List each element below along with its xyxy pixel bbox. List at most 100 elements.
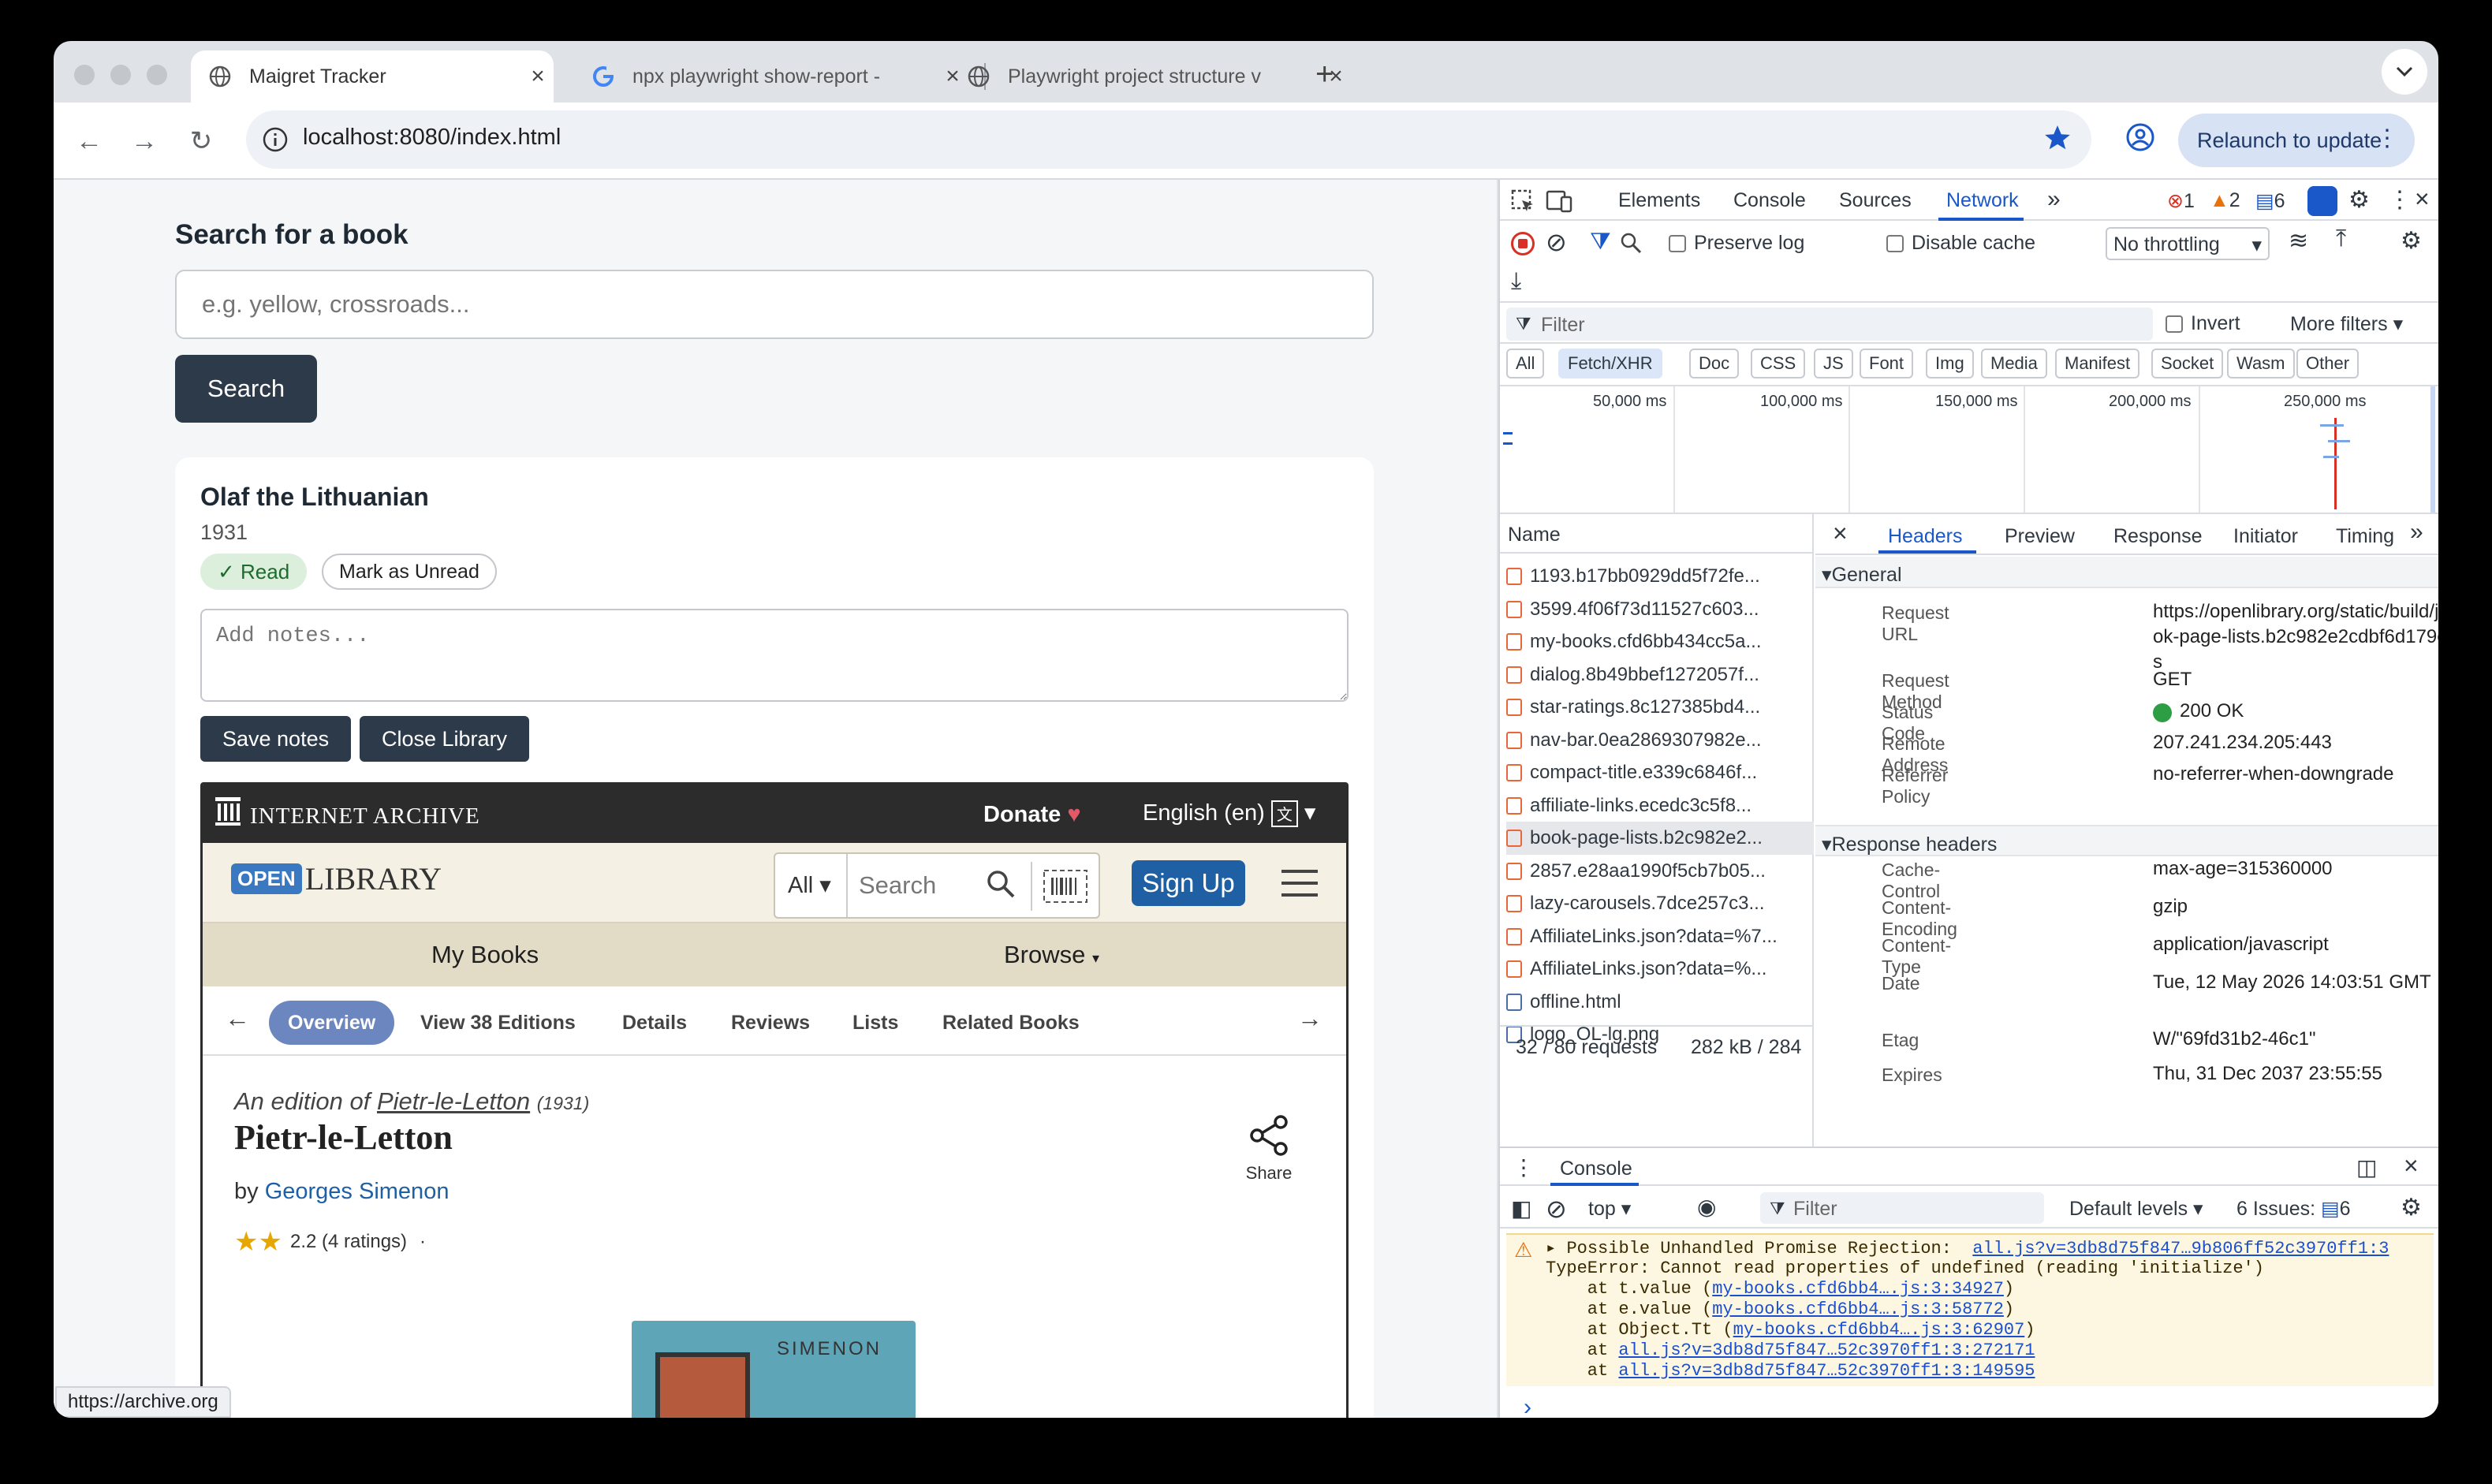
book-cover[interactable]: SIMENON: [632, 1321, 916, 1418]
filter-chip-socket[interactable]: Socket: [2151, 349, 2224, 378]
filter-chip-doc[interactable]: Doc: [1689, 349, 1740, 378]
filter-chip-font[interactable]: Font: [1860, 349, 1914, 378]
hamburger-menu-icon[interactable]: [1281, 868, 1318, 902]
search-icon[interactable]: [985, 868, 1017, 904]
settings-gear-icon[interactable]: ⚙: [2348, 186, 2370, 214]
sign-up-button[interactable]: Sign Up: [1132, 860, 1245, 906]
network-overview-timeline[interactable]: 50,000 ms 100,000 ms 150,000 ms 200,000 …: [1500, 385, 2438, 514]
details-tab-headers[interactable]: Headers: [1888, 525, 1963, 548]
general-section-header[interactable]: ▾General: [1815, 557, 2438, 588]
devtools-tab-network[interactable]: Network: [1946, 189, 2019, 212]
network-conditions-icon[interactable]: ≋: [2289, 227, 2308, 255]
details-tab-initiator[interactable]: Initiator: [2233, 525, 2298, 548]
address-bar[interactable]: localhost:8080/index.html: [246, 110, 2091, 169]
source-link[interactable]: my-books.cfd6bb4….js:3:62907: [1733, 1320, 2025, 1340]
forward-arrow-icon[interactable]: →: [125, 121, 164, 161]
record-icon[interactable]: [1511, 232, 1535, 255]
barcode-icon[interactable]: [1043, 870, 1087, 907]
more-filters-dropdown[interactable]: More filters ▾: [2290, 312, 2403, 336]
my-books-link[interactable]: My Books: [431, 941, 539, 969]
internet-archive-logo[interactable]: INTERNET ARCHIVE: [250, 804, 480, 830]
request-row[interactable]: AffiliateLinks.json?data=%...: [1506, 953, 1814, 986]
devtools-menu-icon[interactable]: ⋮: [2388, 186, 2412, 214]
source-link[interactable]: all.js?v=3db8d75f847…9b806ff52c3970ff1:3: [1972, 1239, 2389, 1258]
console-sidebar-icon[interactable]: ◧: [1511, 1195, 1531, 1221]
context-selector[interactable]: top ▾: [1588, 1197, 1631, 1221]
drawer-tab-console[interactable]: Console: [1560, 1158, 1632, 1180]
request-row[interactable]: 2857.e28aa1990f5cb7b05...: [1506, 855, 1814, 888]
drawer-menu-icon[interactable]: ⋮: [1513, 1154, 1535, 1180]
details-tab-timing[interactable]: Timing: [2336, 525, 2394, 548]
filter-funnel-icon[interactable]: ⧩: [1590, 229, 1611, 255]
filter-chip-other[interactable]: Other: [2296, 349, 2360, 378]
donate-link[interactable]: Donate ♥: [983, 802, 1081, 828]
source-link[interactable]: my-books.cfd6bb4….js:3:58772: [1712, 1299, 2004, 1319]
maximize-window-dot[interactable]: [147, 65, 167, 85]
ol-tab-editions[interactable]: View 38 Editions: [420, 1001, 576, 1045]
name-column-header[interactable]: Name: [1508, 524, 1561, 546]
request-row[interactable]: AffiliateLinks.json?data=%7...: [1506, 920, 1814, 953]
browse-menu[interactable]: Browse ▾: [1004, 941, 1099, 969]
network-settings-icon[interactable]: ⚙: [2401, 227, 2422, 255]
close-details-icon[interactable]: ×: [1833, 519, 1848, 548]
source-link[interactable]: my-books.cfd6bb4….js:3:34927: [1712, 1279, 2004, 1299]
console-settings-icon[interactable]: ⚙: [2401, 1194, 2422, 1221]
filter-chip-fetch-xhr[interactable]: Fetch/XHR: [1558, 349, 1662, 378]
request-row[interactable]: 1193.b17bb0929dd5f72fe...: [1506, 560, 1814, 593]
search-icon[interactable]: [1620, 232, 1642, 258]
mark-unread-button[interactable]: Mark as Unread: [322, 554, 497, 590]
tab-search-chevron-icon[interactable]: [2382, 49, 2427, 95]
tab-playwright-report[interactable]: npx playwright show-report - ×: [574, 50, 968, 103]
search-button[interactable]: Search: [175, 355, 317, 423]
ol-tab-overview[interactable]: Overview: [269, 1001, 395, 1045]
filter-chip-media[interactable]: Media: [1981, 349, 2047, 378]
console-prompt[interactable]: ›: [1524, 1394, 1531, 1418]
bookmark-star-icon[interactable]: [2042, 123, 2072, 157]
share-button[interactable]: Share: [1237, 1113, 1300, 1184]
log-levels-dropdown[interactable]: Default levels ▾: [2069, 1197, 2203, 1221]
language-selector[interactable]: English (en) 文 ▾: [1143, 799, 1315, 828]
request-row[interactable]: lazy-carousels.7dce257c3...: [1506, 887, 1814, 920]
book-search-input[interactable]: [175, 270, 1374, 339]
live-expression-eye-icon[interactable]: ◉: [1697, 1194, 1716, 1220]
download-har-icon[interactable]: ⤓: [1511, 268, 1521, 295]
tab-maigret-tracker[interactable]: Maigret Tracker ×: [191, 50, 554, 103]
filter-chip-js[interactable]: JS: [1814, 349, 1853, 378]
details-tab-response[interactable]: Response: [2113, 525, 2203, 548]
search-scope-select[interactable]: All ▾: [788, 871, 831, 899]
close-library-button[interactable]: Close Library: [360, 716, 530, 762]
request-row[interactable]: nav-bar.0ea2869307982e...: [1506, 724, 1814, 757]
new-tab-icon[interactable]: +: [1315, 57, 1334, 92]
issues-button[interactable]: 6 Issues: ▤6: [2236, 1197, 2351, 1221]
tabs-left-arrow-icon[interactable]: ←: [225, 1004, 250, 1033]
back-arrow-icon[interactable]: ←: [69, 121, 109, 161]
request-row[interactable]: star-ratings.8c127385bd4...: [1506, 691, 1814, 724]
devtools-tab-elements[interactable]: Elements: [1618, 189, 1700, 212]
issue-count[interactable]: ▤6: [2255, 189, 2285, 213]
preserve-log-checkbox[interactable]: Preserve log: [1669, 232, 1804, 255]
device-toolbar-icon[interactable]: [1546, 189, 1572, 217]
disable-cache-checkbox[interactable]: Disable cache: [1886, 232, 2035, 255]
notes-textarea[interactable]: [200, 609, 1349, 702]
author-link[interactable]: Georges Simenon: [265, 1179, 450, 1204]
overview-handle[interactable]: [2430, 386, 2435, 513]
request-row[interactable]: affiliate-links.ecedc3c5f8...: [1506, 789, 1814, 822]
site-info-icon[interactable]: [262, 126, 289, 157]
warning-head[interactable]: ▸ Possible Unhandled Promise Rejection: …: [1546, 1238, 2389, 1258]
ol-tab-details[interactable]: Details: [622, 1001, 687, 1045]
save-notes-button[interactable]: Save notes: [200, 716, 352, 762]
filter-chip-css[interactable]: CSS: [1751, 349, 1806, 378]
filter-chip-manifest[interactable]: Manifest: [2055, 349, 2140, 378]
response-headers-section-header[interactable]: ▾Response headers: [1815, 825, 2438, 856]
error-count[interactable]: ⊗1: [2167, 189, 2195, 213]
relaunch-button[interactable]: Relaunch to update ⋮: [2178, 114, 2415, 167]
source-link[interactable]: all.js?v=3db8d75f847…52c3970ff1:3:149595: [1618, 1361, 2035, 1381]
profile-icon[interactable]: [2125, 121, 2156, 157]
ol-search-input[interactable]: Search: [859, 871, 936, 900]
request-row[interactable]: my-books.cfd6bb434cc5a...: [1506, 625, 1814, 658]
clear-console-icon[interactable]: ⊘: [1546, 1194, 1567, 1224]
minimize-window-dot[interactable]: [110, 65, 131, 85]
more-tabs-chevron-icon[interactable]: »: [2047, 186, 2061, 213]
source-link[interactable]: all.js?v=3db8d75f847…52c3970ff1:3:272171: [1618, 1340, 2035, 1360]
request-row[interactable]: 3599.4f06f73d11527c603...: [1506, 593, 1814, 626]
